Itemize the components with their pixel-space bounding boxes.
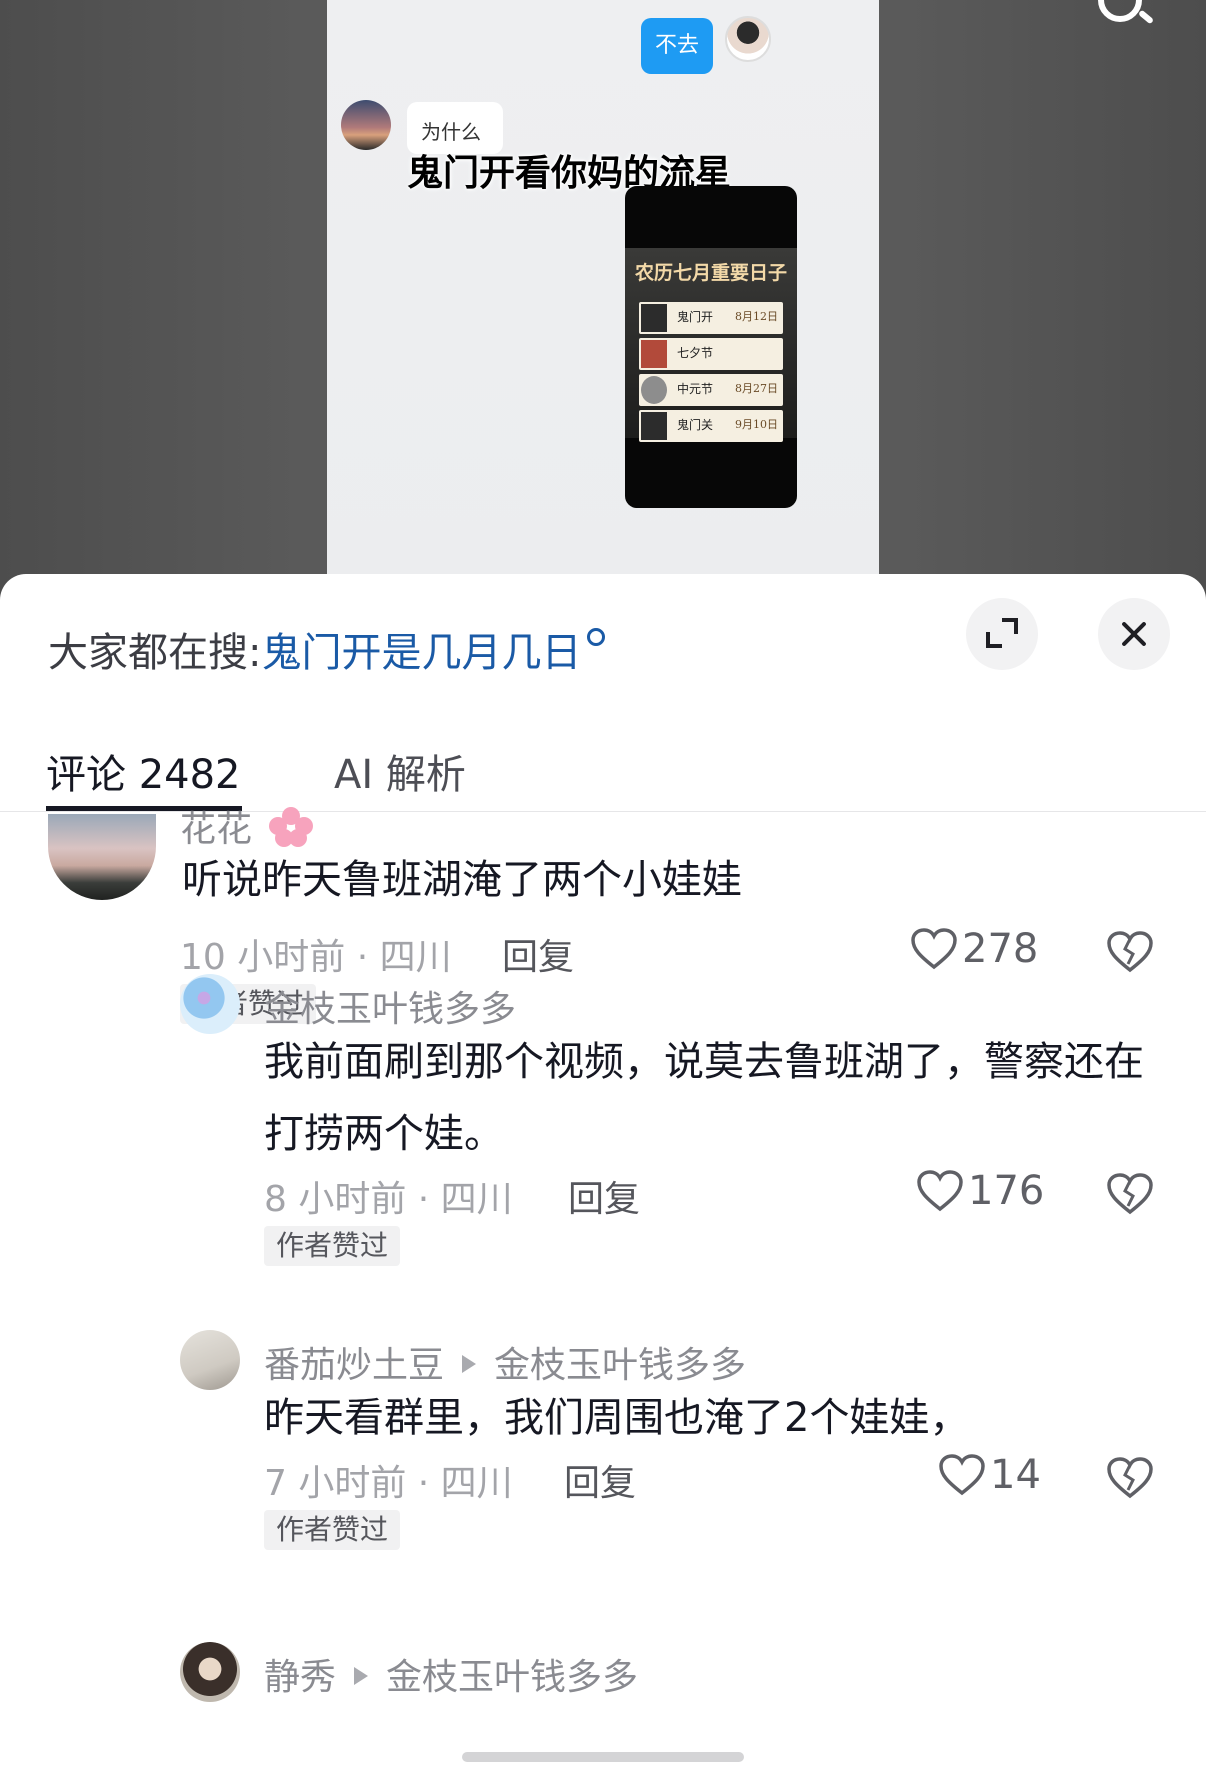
expand-button[interactable] <box>966 598 1038 670</box>
trending-search[interactable]: 大家都在搜:鬼门开是几月几日 <box>48 620 606 678</box>
broken-heart-icon[interactable] <box>1106 1172 1154 1216</box>
moon-icon <box>641 376 667 404</box>
avatar[interactable] <box>180 1642 240 1702</box>
expand-icon <box>986 632 1002 648</box>
comment-sheet: 大家都在搜:鬼门开是几月几日 评论 2482 AI 解析 花花 听说昨天鲁班湖淹… <box>0 574 1206 1768</box>
like-count: 278 <box>962 926 1039 972</box>
heart-icon <box>939 1454 985 1496</box>
trending-query[interactable]: 鬼门开是几月几日 <box>261 630 581 676</box>
gate-icon <box>641 304 667 332</box>
expand-icon <box>1002 618 1018 634</box>
reply-arrow-icon <box>354 1667 369 1685</box>
reply-button[interactable]: 回复 <box>502 928 574 980</box>
comment-time-location: 7 小时前 · 四川 <box>264 1463 513 1504</box>
comment-author[interactable]: 番茄炒土豆 金枝玉叶钱多多 <box>264 1336 746 1388</box>
broken-heart-icon[interactable] <box>1106 930 1154 974</box>
video-player[interactable]: 不去 为什么 鬼门开看你妈的流星 农历七月重要日子 鬼门开 8月12日 七夕节 … <box>327 0 879 600</box>
calendar-row-name: 中元节 <box>677 382 714 396</box>
calendar-title: 农历七月重要日子 <box>634 262 787 284</box>
comment-text: 我前面刷到那个视频，说莫去鲁班湖了，警察还在打捞两个娃。 <box>264 1039 1144 1157</box>
broken-heart-icon[interactable] <box>1106 1456 1154 1500</box>
tab-comments[interactable]: 评论 2482 <box>46 742 241 800</box>
search-icon <box>587 628 606 646</box>
author-liked-badge: 作者赞过 <box>264 1510 401 1550</box>
calendar-image: 农历七月重要日子 鬼门开 8月12日 七夕节 中元节 8月27日 鬼门关 9月1… <box>625 186 797 508</box>
like-count: 176 <box>968 1168 1045 1214</box>
reply-button[interactable]: 回复 <box>564 1454 636 1506</box>
comment-time-location: 8 小时前 · 四川 <box>264 1179 513 1220</box>
calendar-row: 中元节 8月27日 <box>639 374 783 406</box>
calendar-row: 七夕节 <box>639 338 783 370</box>
like-button[interactable]: 14 <box>938 1452 1041 1502</box>
comment-text: 听说昨天鲁班湖淹了两个小娃娃 <box>182 857 742 903</box>
trending-label: 大家都在搜: <box>48 630 262 676</box>
calendar-row-date: 8月27日 <box>735 382 778 395</box>
tab-ai-analysis[interactable]: AI 解析 <box>334 742 466 800</box>
comment-text: 昨天看群里，我们周围也淹了2个娃娃， <box>264 1395 970 1441</box>
like-button[interactable]: 278 <box>910 926 1038 976</box>
chat-bubble-right: 不去 <box>641 18 713 74</box>
reply-to-name[interactable]: 金枝玉叶钱多多 <box>386 1657 638 1698</box>
comment-author[interactable]: 金枝玉叶钱多多 <box>264 980 516 1032</box>
author-liked-badge: 作者赞过 <box>264 1226 401 1266</box>
heart-icon <box>917 1170 963 1212</box>
calendar-row-name: 鬼门开 <box>677 310 714 324</box>
calendar-row-name: 鬼门关 <box>677 418 714 432</box>
calendar-row: 鬼门关 9月10日 <box>639 410 783 442</box>
calendar-row-date: 9月10日 <box>735 418 778 431</box>
calendar-row: 鬼门开 8月12日 <box>639 302 783 334</box>
heart-icon <box>911 928 957 970</box>
flower-emoji-icon <box>269 807 314 847</box>
calendar-row-name: 七夕节 <box>677 346 714 360</box>
qixi-icon <box>641 340 667 368</box>
home-indicator[interactable] <box>462 1752 744 1762</box>
comment-author[interactable]: 静秀 金枝玉叶钱多多 <box>264 1648 638 1700</box>
like-count: 14 <box>990 1452 1041 1498</box>
close-button[interactable] <box>1098 598 1170 670</box>
reply-button[interactable]: 回复 <box>568 1170 640 1222</box>
avatar[interactable] <box>180 974 240 1034</box>
avatar[interactable] <box>180 1330 240 1390</box>
like-button[interactable]: 176 <box>916 1168 1044 1218</box>
reply-to-name[interactable]: 金枝玉叶钱多多 <box>494 1345 746 1386</box>
tab-bar: 评论 2482 AI 解析 <box>0 724 1206 812</box>
chat-avatar-right <box>725 16 771 62</box>
author-name[interactable]: 静秀 <box>264 1657 336 1698</box>
chat-avatar-left <box>341 100 391 150</box>
avatar[interactable] <box>48 814 156 900</box>
calendar-row-date: 8月12日 <box>735 310 778 323</box>
author-name[interactable]: 番茄炒土豆 <box>264 1345 444 1386</box>
comment-time-location: 10 小时前 · 四川 <box>180 937 452 978</box>
reply-arrow-icon <box>462 1355 477 1373</box>
gate-icon <box>641 412 667 440</box>
